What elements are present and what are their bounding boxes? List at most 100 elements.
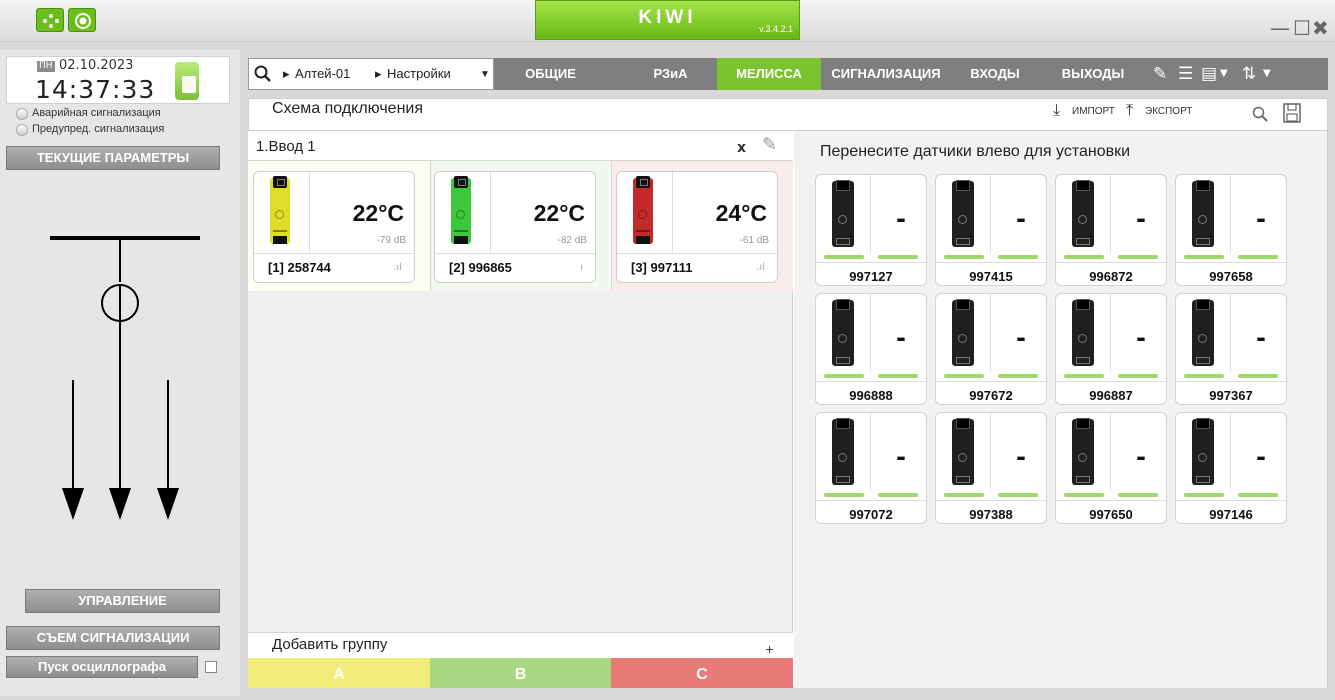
- sensor-card[interactable]: 24°C -61 dB [3] 997111 .ıl: [616, 171, 778, 283]
- breadcrumb-device[interactable]: Алтей-01: [295, 66, 350, 81]
- sensor-device-icon: [1192, 418, 1214, 485]
- breadcrumb-settings[interactable]: Настройки: [387, 66, 451, 81]
- save-icon[interactable]: [1282, 102, 1302, 124]
- phase-b[interactable]: B: [430, 658, 611, 688]
- tab-melissa[interactable]: МЕЛИССА: [717, 58, 821, 90]
- sort-icon[interactable]: ⇅: [1242, 64, 1256, 84]
- alarm-signal-label: Аварийная сигнализация: [32, 107, 161, 119]
- tab-signaling[interactable]: СИГНАЛИЗАЦИЯ: [821, 58, 951, 90]
- oscilloscope-checkbox[interactable]: [205, 661, 217, 673]
- signal-bar: [1118, 255, 1158, 259]
- signal-bar: [944, 255, 984, 259]
- tab-general[interactable]: ОБЩИЕ: [503, 58, 598, 90]
- available-sensor-tile[interactable]: - 997072: [815, 412, 927, 524]
- breadcrumb-arrow-icon: ▸: [283, 66, 290, 81]
- sensor-device-icon: [952, 180, 974, 247]
- search-icon[interactable]: [1252, 106, 1268, 122]
- signal-bar: [998, 374, 1038, 378]
- sensor-device-icon: [1192, 299, 1214, 366]
- signal-bar: [1064, 255, 1104, 259]
- add-group-label[interactable]: Добавить группу: [272, 636, 387, 653]
- app-version: v.3.4.2.1: [759, 24, 793, 34]
- list-icon[interactable]: ☰: [1178, 64, 1193, 84]
- signal-bar: [1118, 374, 1158, 378]
- minimize-button[interactable]: —: [1270, 16, 1290, 40]
- sensor-temperature: 22°C: [533, 200, 585, 226]
- phase-a[interactable]: A: [248, 658, 430, 688]
- sensor-card[interactable]: 22°C -79 dB [1] 258744 .ıl: [253, 171, 415, 283]
- available-sensor-tile[interactable]: - 997388: [935, 412, 1047, 524]
- tab-outputs[interactable]: ВЫХОДЫ: [1048, 58, 1138, 90]
- available-sensor-tile[interactable]: - 997672: [935, 293, 1047, 405]
- available-sensor-tile[interactable]: - 997146: [1175, 412, 1287, 524]
- add-group-plus-icon[interactable]: +: [765, 643, 774, 656]
- loading-icon[interactable]: [36, 8, 64, 32]
- available-sensor-tile[interactable]: - 997367: [1175, 293, 1287, 405]
- edit-brush-icon[interactable]: ✎: [1153, 64, 1167, 84]
- maximize-button[interactable]: ☐: [1293, 16, 1311, 40]
- edit-icon[interactable]: ✎: [762, 134, 777, 155]
- sensor-temperature: 22°C: [352, 200, 404, 226]
- group-close-button[interactable]: x: [737, 140, 746, 156]
- export-button[interactable]: ЭКСПОРТ: [1145, 106, 1192, 117]
- search-icon[interactable]: [254, 65, 272, 83]
- available-sensor-tile[interactable]: - 997415: [935, 174, 1047, 286]
- time-label: 14:37:33: [35, 75, 156, 104]
- phase-c[interactable]: C: [611, 658, 793, 688]
- available-sensor-tile[interactable]: - 997650: [1055, 412, 1167, 524]
- sensor-id: 997388: [969, 507, 1013, 522]
- phase-a-label: A: [333, 666, 345, 683]
- sensor-id: [2] 996865: [449, 260, 512, 275]
- sensor-id: 996872: [1089, 269, 1133, 284]
- chevron-down-icon[interactable]: ▼: [1220, 64, 1228, 84]
- signal-bars-icon: .ıl: [393, 262, 402, 273]
- reset-alarm-button[interactable]: СЪЕМ СИГНАЛИЗАЦИИ: [6, 626, 220, 650]
- available-sensor-tile[interactable]: - 996872: [1055, 174, 1167, 286]
- warning-signal: Предупред. сигнализация: [16, 123, 165, 136]
- sensor-device-icon: [832, 299, 854, 366]
- sensor-id: [1] 258744: [268, 260, 331, 275]
- signal-bar: [878, 493, 918, 497]
- available-sensor-tile[interactable]: - 996887: [1055, 293, 1167, 405]
- export-icon[interactable]: ⤒: [1126, 102, 1133, 120]
- tab-rza[interactable]: РЗиА: [633, 58, 708, 90]
- available-sensor-tile[interactable]: - 997127: [815, 174, 927, 286]
- signal-bar: [944, 374, 984, 378]
- import-button[interactable]: ИМПОРТ: [1072, 106, 1115, 117]
- sensor-device-icon: [1192, 180, 1214, 247]
- signal-bar: [1184, 255, 1224, 259]
- sensor-id: 997650: [1089, 507, 1133, 522]
- sensor-temperature: 24°C: [715, 200, 767, 226]
- group-title: 1.Ввод 1: [256, 138, 316, 155]
- lock-icon[interactable]: [175, 62, 199, 100]
- sensor-device-icon: [633, 176, 653, 244]
- close-button[interactable]: ✖: [1312, 16, 1329, 40]
- date-label: 02.10.2023: [59, 58, 134, 73]
- oscilloscope-start-button[interactable]: Пуск осциллографа: [6, 656, 198, 678]
- chevron-down-icon[interactable]: ▼: [1263, 64, 1271, 84]
- import-icon[interactable]: ⤓: [1053, 102, 1060, 120]
- warning-signal-label: Предупред. сигнализация: [32, 123, 165, 135]
- available-sensor-tile[interactable]: - 997658: [1175, 174, 1287, 286]
- sensor-value: -: [1016, 324, 1026, 352]
- sensor-card[interactable]: 22°C -82 dB [2] 996865 ı: [434, 171, 596, 283]
- sensor-device-icon: [832, 180, 854, 247]
- signal-bar: [1184, 493, 1224, 497]
- sensor-value: -: [1136, 324, 1146, 352]
- record-icon[interactable]: [68, 8, 96, 32]
- alarm-indicator-icon: [16, 108, 28, 120]
- current-params-button[interactable]: ТЕКУЩИЕ ПАРАМЕТРЫ: [6, 146, 220, 170]
- signal-bar: [1238, 255, 1278, 259]
- tab-inputs[interactable]: ВХОДЫ: [960, 58, 1030, 90]
- signal-bars-icon: .ıl: [756, 262, 765, 273]
- alarm-signal: Аварийная сигнализация: [16, 107, 161, 120]
- sensor-signal-db: -82 dB: [557, 235, 587, 246]
- sensor-id: 997658: [1209, 269, 1253, 284]
- signal-bar: [1238, 374, 1278, 378]
- control-button[interactable]: УПРАВЛЕНИЕ: [25, 589, 220, 613]
- document-icon[interactable]: ▤: [1201, 64, 1217, 84]
- chevron-down-icon[interactable]: ▼: [480, 69, 490, 80]
- single-line-diagram: [50, 236, 200, 520]
- available-sensor-tile[interactable]: - 996888: [815, 293, 927, 405]
- breadcrumb-arrow-icon: ▸: [375, 66, 382, 81]
